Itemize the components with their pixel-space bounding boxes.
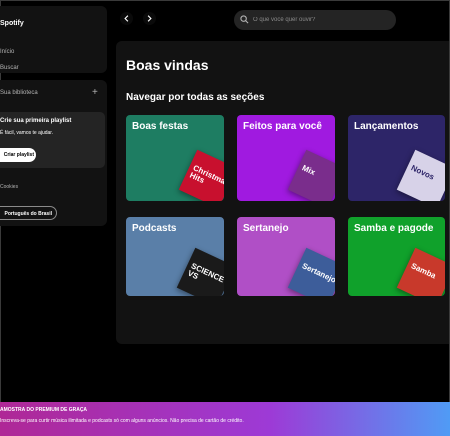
cookies-link[interactable]: Cookies: [0, 184, 18, 190]
tile-lancamentos[interactable]: Lançamentos Novos: [348, 115, 445, 201]
create-playlist-button[interactable]: Criar playlist: [0, 148, 36, 162]
artwork-text: Novos: [409, 163, 436, 182]
sidebar-item-search[interactable]: Buscar: [0, 65, 19, 71]
main-content: Boas vindas Navegar por todas as seções …: [116, 41, 449, 344]
tile-label: Boas festas: [132, 121, 189, 132]
tile-label: Samba e pagode: [354, 223, 434, 234]
library-title[interactable]: Sua biblioteca: [0, 90, 38, 96]
create-playlist-card: Crie sua primeira playlist É fácil, vamo…: [0, 112, 105, 168]
back-button[interactable]: [120, 12, 133, 25]
section-title: Navegar por todas as seções: [126, 92, 265, 103]
tile-artwork: Novos: [396, 149, 445, 201]
tile-artwork: Samba: [396, 247, 445, 296]
artwork-text: Christmas Hits: [188, 163, 224, 188]
tile-samba-e-pagode[interactable]: Samba e pagode Samba: [348, 217, 445, 296]
spotify-logo[interactable]: Spotify: [0, 20, 24, 27]
sidebar-nav: Spotify Início Buscar: [0, 6, 107, 73]
tile-feitos-para-voce[interactable]: Feitos para você Mix: [237, 115, 335, 201]
forward-button[interactable]: [143, 12, 156, 25]
tile-label: Podcasts: [132, 223, 177, 234]
banner-text: Inscreva-se para curtir música ilimitada…: [0, 418, 244, 424]
premium-banner[interactable]: AMOSTRA DO PREMIUM DE GRAÇA Inscreva-se …: [0, 402, 450, 436]
artwork-text: SCIENCE VS: [186, 261, 224, 285]
card-title: Crie sua primeira playlist: [0, 118, 72, 124]
chevron-left-icon: [124, 15, 129, 22]
artwork-text: Samba: [409, 261, 438, 281]
tile-artwork: Christmas Hits: [178, 149, 224, 201]
tile-artwork: Sertanejo: [287, 247, 335, 296]
tile-label: Lançamentos: [354, 121, 419, 132]
search-icon: [240, 15, 249, 24]
language-button[interactable]: Português do Brasil: [0, 206, 57, 220]
sidebar-item-home[interactable]: Início: [0, 49, 14, 55]
tile-boas-festas[interactable]: Boas festas Christmas Hits: [126, 115, 224, 201]
tile-podcasts[interactable]: Podcasts SCIENCE VS: [126, 217, 224, 296]
sidebar-library: Sua biblioteca + Crie sua primeira playl…: [0, 80, 107, 226]
tile-sertanejo[interactable]: Sertanejo Sertanejo: [237, 217, 335, 296]
tile-label: Sertanejo: [243, 223, 289, 234]
card-text: É fácil, vamos te ajudar.: [0, 130, 54, 136]
search-input[interactable]: [253, 10, 391, 30]
page-title: Boas vindas: [126, 57, 209, 73]
artwork-text: Mix: [300, 163, 317, 178]
plus-icon[interactable]: +: [92, 87, 98, 98]
search-bar: [234, 10, 396, 30]
artwork-text: Sertanejo: [300, 261, 335, 285]
chevron-right-icon: [147, 15, 152, 22]
banner-title: AMOSTRA DO PREMIUM DE GRAÇA: [0, 407, 88, 413]
tile-artwork: SCIENCE VS: [176, 247, 224, 296]
tile-label: Feitos para você: [243, 121, 322, 132]
tile-artwork: Mix: [287, 149, 335, 201]
